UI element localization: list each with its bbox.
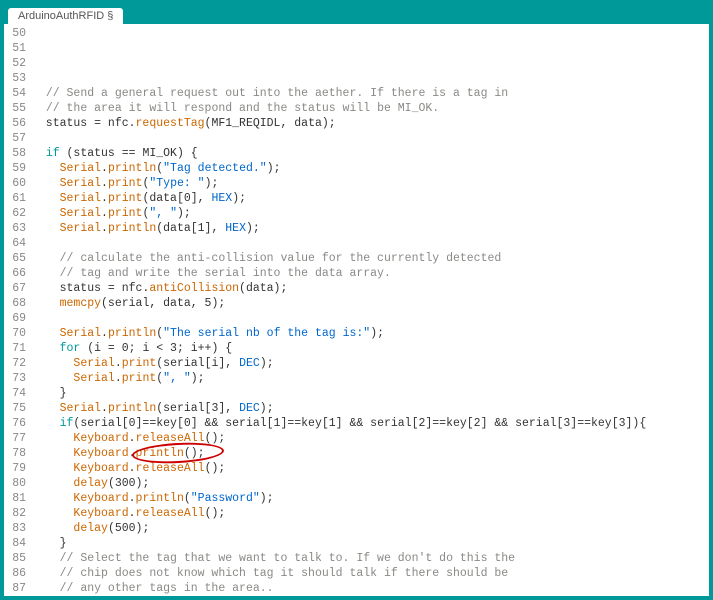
line-number-gutter: 5051525354555657585960616263646566676869…	[4, 24, 32, 596]
line-number: 85	[8, 551, 26, 566]
line-number: 66	[8, 266, 26, 281]
code-line[interactable]: }	[32, 536, 709, 551]
code-line[interactable]: Serial.print(", ");	[32, 206, 709, 221]
line-number: 87	[8, 581, 26, 596]
line-number: 54	[8, 86, 26, 101]
line-number: 73	[8, 371, 26, 386]
line-number: 56	[8, 116, 26, 131]
code-line[interactable]: delay(500);	[32, 521, 709, 536]
line-number: 61	[8, 191, 26, 206]
line-number: 51	[8, 41, 26, 56]
line-number: 83	[8, 521, 26, 536]
code-line[interactable]: Serial.print(data[0], HEX);	[32, 191, 709, 206]
editor: 5051525354555657585960616263646566676869…	[4, 24, 709, 596]
code-line[interactable]: Serial.println(data[1], HEX);	[32, 221, 709, 236]
line-number: 53	[8, 71, 26, 86]
code-line[interactable]: status = nfc.requestTag(MF1_REQIDL, data…	[32, 116, 709, 131]
line-number: 59	[8, 161, 26, 176]
line-number: 86	[8, 566, 26, 581]
line-number: 79	[8, 461, 26, 476]
tab-file[interactable]: ArduinoAuthRFID §	[8, 8, 123, 24]
line-number: 81	[8, 491, 26, 506]
line-number: 57	[8, 131, 26, 146]
line-number: 75	[8, 401, 26, 416]
code-line[interactable]	[32, 131, 709, 146]
line-number: 55	[8, 101, 26, 116]
line-number: 69	[8, 311, 26, 326]
line-number: 84	[8, 536, 26, 551]
code-line[interactable]: // Send a general request out into the a…	[32, 86, 709, 101]
code-line[interactable]: // any other tags in the area..	[32, 581, 709, 596]
code-area[interactable]: // Send a general request out into the a…	[32, 24, 709, 596]
line-number: 77	[8, 431, 26, 446]
line-number: 76	[8, 416, 26, 431]
line-number: 63	[8, 221, 26, 236]
code-line[interactable]: // Select the tag that we want to talk t…	[32, 551, 709, 566]
code-line[interactable]: status = nfc.antiCollision(data);	[32, 281, 709, 296]
code-line[interactable]: Serial.println("Tag detected.");	[32, 161, 709, 176]
line-number: 67	[8, 281, 26, 296]
line-number: 62	[8, 206, 26, 221]
code-line[interactable]: Keyboard.println("Password");	[32, 491, 709, 506]
line-number: 50	[8, 26, 26, 41]
line-number: 78	[8, 446, 26, 461]
code-line[interactable]: Serial.println("The serial nb of the tag…	[32, 326, 709, 341]
code-line[interactable]: // chip does not know which tag it shoul…	[32, 566, 709, 581]
code-line[interactable]: Serial.print(", ");	[32, 371, 709, 386]
code-line[interactable]: // tag and write the serial into the dat…	[32, 266, 709, 281]
line-number: 68	[8, 296, 26, 311]
code-line[interactable]: for (i = 0; i < 3; i++) {	[32, 341, 709, 356]
code-line[interactable]: Keyboard.releaseAll();	[32, 431, 709, 446]
line-number: 71	[8, 341, 26, 356]
code-line[interactable]: Serial.print("Type: ");	[32, 176, 709, 191]
code-line[interactable]: if(serial[0]==key[0] && serial[1]==key[1…	[32, 416, 709, 431]
line-number: 80	[8, 476, 26, 491]
code-line[interactable]: // calculate the anti-collision value fo…	[32, 251, 709, 266]
code-line[interactable]: Keyboard.releaseAll();	[32, 461, 709, 476]
code-line[interactable]: Serial.print(serial[i], DEC);	[32, 356, 709, 371]
code-line[interactable]	[32, 71, 709, 86]
code-line[interactable]: Keyboard.releaseAll();	[32, 506, 709, 521]
line-number: 82	[8, 506, 26, 521]
code-line[interactable]: if (status == MI_OK) {	[32, 146, 709, 161]
code-line[interactable]: delay(300);	[32, 476, 709, 491]
line-number: 64	[8, 236, 26, 251]
editor-frame: ArduinoAuthRFID § 5051525354555657585960…	[0, 0, 713, 600]
line-number: 60	[8, 176, 26, 191]
line-number: 58	[8, 146, 26, 161]
line-number: 74	[8, 386, 26, 401]
code-line[interactable]: Keyboard.println();	[32, 446, 709, 461]
code-line[interactable]: // the area it will respond and the stat…	[32, 101, 709, 116]
tab-bar: ArduinoAuthRFID §	[4, 4, 709, 24]
code-line[interactable]: }	[32, 386, 709, 401]
line-number: 65	[8, 251, 26, 266]
code-line[interactable]: memcpy(serial, data, 5);	[32, 296, 709, 311]
line-number: 72	[8, 356, 26, 371]
code-line[interactable]	[32, 236, 709, 251]
code-line[interactable]	[32, 311, 709, 326]
code-line[interactable]: Serial.println(serial[3], DEC);	[32, 401, 709, 416]
line-number: 70	[8, 326, 26, 341]
line-number: 52	[8, 56, 26, 71]
